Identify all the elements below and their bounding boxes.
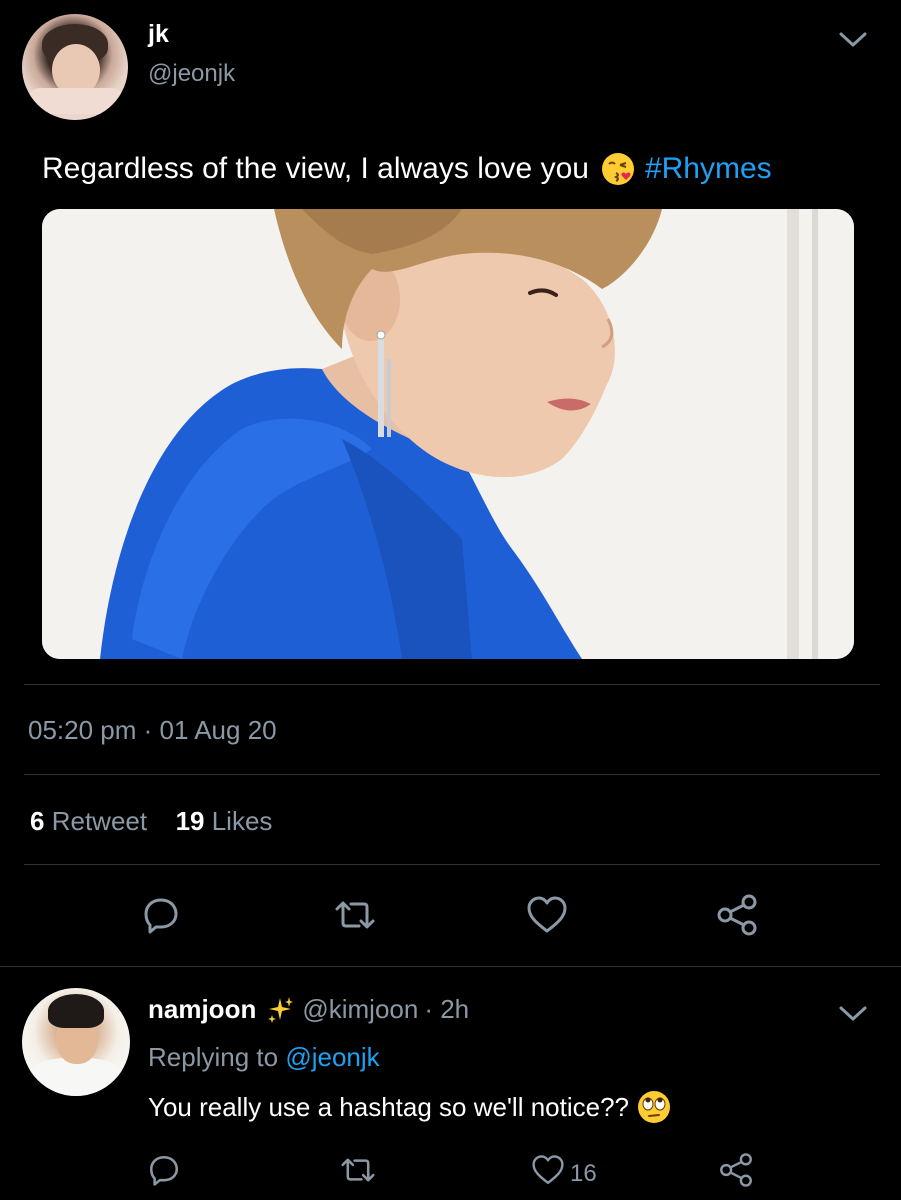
reply-header: namjoon @kimjoon · 2h: [148, 994, 469, 1025]
retweet-icon: [341, 1158, 375, 1182]
reply-time: · 2h: [424, 994, 470, 1024]
reply-icon: [144, 898, 178, 934]
divider: [24, 864, 880, 865]
replying-to-mention[interactable]: @jeonjk: [285, 1042, 379, 1072]
author-name[interactable]: jk: [148, 20, 169, 49]
retweet-label[interactable]: Retweet: [52, 806, 147, 836]
tweet-body: Regardless of the view, I always love yo…: [42, 152, 589, 185]
reply-author-handle[interactable]: @kimjoon: [302, 994, 418, 1025]
kissing-heart-emoji-icon: [601, 153, 634, 185]
tweet-stats: 6 Retweet 19 Likes: [30, 806, 272, 837]
share-button[interactable]: [712, 890, 762, 940]
divider: [24, 684, 880, 685]
reply-reply-button[interactable]: [142, 1148, 186, 1192]
tweet-media-image[interactable]: [42, 209, 854, 659]
like-count[interactable]: 19: [176, 806, 205, 836]
heart-icon: [532, 1155, 564, 1184]
retweet-button[interactable]: [330, 890, 380, 940]
hashtag-link[interactable]: #Rhymes: [645, 152, 772, 186]
reply-author-avatar[interactable]: [22, 988, 130, 1096]
sparkles-icon: [268, 996, 294, 1023]
reply-icon: [149, 1155, 179, 1186]
author-avatar[interactable]: [22, 14, 128, 120]
tweet-text: Regardless of the view, I always love yo…: [42, 152, 772, 186]
replying-prefix: Replying to: [148, 1042, 279, 1072]
author-handle[interactable]: @jeonjk: [148, 60, 235, 88]
replying-to: Replying to @jeonjk: [148, 1042, 380, 1073]
reply-like-button[interactable]: [528, 1150, 568, 1190]
reply-author-name[interactable]: namjoon: [148, 994, 256, 1025]
reply-text: You really use a hashtag so we'll notice…: [148, 1090, 671, 1124]
like-button[interactable]: [522, 890, 572, 940]
reply-retweet-button[interactable]: [336, 1148, 380, 1192]
rolling-eyes-emoji-icon: [638, 1091, 670, 1123]
reply-share-button[interactable]: [714, 1148, 758, 1192]
chevron-down-icon[interactable]: [838, 30, 868, 50]
heart-icon: [527, 896, 567, 933]
retweet-icon: [335, 901, 375, 929]
tweet-timestamp: 05:20 pm · 01 Aug 20: [28, 715, 277, 745]
tweet-detail-view: jk @jeonjk Regardless of the view, I alw…: [0, 0, 901, 1200]
divider: [24, 774, 880, 775]
photo-illustration: [42, 209, 854, 659]
reply-body: You really use a hashtag so we'll notice…: [148, 1091, 629, 1122]
divider: [0, 966, 901, 967]
share-icon: [717, 894, 757, 936]
chevron-down-icon[interactable]: [838, 1004, 868, 1024]
reply-like-count[interactable]: 16: [570, 1160, 597, 1188]
share-icon: [720, 1153, 752, 1187]
like-label[interactable]: Likes: [212, 806, 273, 836]
retweet-count[interactable]: 6: [30, 806, 44, 836]
reply-button[interactable]: [136, 890, 186, 940]
